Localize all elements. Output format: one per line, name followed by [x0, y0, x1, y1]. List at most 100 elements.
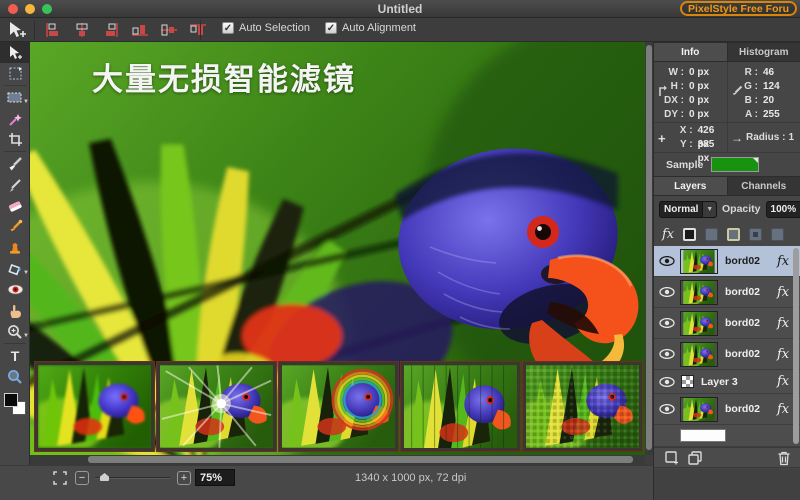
options-toolbar: ✓ Auto Selection ✓ Auto Alignment [0, 18, 800, 42]
filter-thumb-mosaic[interactable] [522, 361, 643, 452]
color-swatches[interactable] [0, 391, 30, 421]
layer-style-button[interactable] [771, 227, 785, 241]
align-center-h-icon[interactable] [73, 22, 91, 38]
align-top-icon[interactable] [189, 22, 207, 38]
hand-tool[interactable] [0, 300, 30, 321]
sample-section: Sample [654, 152, 800, 176]
layer-row[interactable]: bord02 fx [654, 339, 800, 370]
tab-layers[interactable]: Layers [654, 177, 728, 195]
trash-icon[interactable] [777, 450, 791, 466]
layer-style-button[interactable] [705, 227, 719, 241]
foreground-color-swatch[interactable] [4, 393, 18, 407]
layer-list-scrollbar[interactable] [793, 248, 799, 444]
layer-thumbnail[interactable] [680, 279, 718, 305]
tools-separator [3, 343, 26, 344]
layer-style-outline-button[interactable] [727, 227, 741, 241]
layer-name[interactable]: Layer 3 [694, 376, 777, 388]
visibility-eye-icon[interactable] [654, 318, 680, 328]
app-edition-badge[interactable]: PixelStyle Free Foru [680, 1, 797, 16]
zoom-out-button[interactable]: − [75, 471, 89, 485]
tools-separator [3, 151, 26, 152]
align-left-icon[interactable] [44, 22, 62, 38]
layer-name[interactable]: bord02 [718, 317, 777, 329]
move-cursor-icon[interactable] [6, 21, 30, 39]
layer-thumbnail[interactable] [680, 248, 718, 274]
layer-row[interactable]: bord02 fx [654, 308, 800, 339]
layer-thumbnail[interactable] [680, 310, 718, 336]
visibility-eye-icon[interactable] [654, 256, 680, 266]
right-panel: Info Histogram W :0 px H :0 px DX :0 px … [653, 42, 800, 500]
opacity-dropdown[interactable]: 100% ▼ [765, 200, 800, 218]
paint-bucket-tool[interactable]: ▼ [0, 258, 30, 279]
visibility-eye-icon[interactable] [654, 404, 680, 414]
duplicate-layer-button[interactable] [687, 450, 703, 465]
filter-thumb-motion-blur[interactable] [34, 361, 155, 452]
layer-row[interactable]: Layer 3 fx [654, 370, 800, 394]
document-info: 1340 x 1000 px, 72 dpi [355, 472, 467, 484]
layer-row[interactable] [654, 425, 800, 447]
layer-name[interactable]: bord02 [718, 403, 777, 415]
brush-tool[interactable] [0, 153, 30, 174]
transform-tool[interactable] [0, 63, 30, 84]
w-value: 0 px [689, 67, 710, 78]
sample-color-swatch[interactable] [711, 157, 760, 172]
auto-selection-checkbox[interactable]: ✓ Auto Selection [222, 22, 310, 34]
layer-thumbnail[interactable] [680, 396, 718, 422]
zoom-in-button[interactable]: + [177, 471, 191, 485]
pencil-tool[interactable] [0, 174, 30, 195]
align-middle-v-icon[interactable] [160, 22, 178, 38]
text-tool[interactable]: T [0, 345, 30, 366]
zoom-level-value[interactable]: 75% [195, 469, 235, 486]
layer-style-black-button[interactable] [683, 227, 697, 241]
scrollbar-thumb[interactable] [646, 45, 652, 450]
tab-info[interactable]: Info [654, 43, 728, 61]
align-right-icon[interactable] [102, 22, 120, 38]
zoom-in-tool[interactable]: ▼ [0, 321, 30, 342]
align-bottom-icon[interactable] [131, 22, 149, 38]
marquee-selection-tool[interactable]: ▼ [0, 87, 30, 108]
tab-histogram[interactable]: Histogram [728, 43, 800, 61]
canvas-horizontal-scrollbar[interactable] [30, 455, 645, 465]
eraser-tool[interactable] [0, 195, 30, 216]
red-eye-tool[interactable] [0, 279, 30, 300]
filter-preview-filmstrip [34, 361, 643, 452]
layer-thumbnail[interactable] [681, 375, 694, 388]
b-value: 20 [763, 95, 775, 106]
layer-row[interactable]: bord02 fx [654, 246, 800, 277]
crop-tool[interactable] [0, 129, 30, 150]
layer-row[interactable]: bord02 fx [654, 394, 800, 425]
layer-name[interactable]: bord02 [718, 286, 777, 298]
move-tool[interactable] [0, 42, 30, 63]
layer-style-inner-button[interactable] [749, 227, 763, 241]
layer-name[interactable]: bord02 [718, 348, 777, 360]
visibility-eye-icon[interactable] [654, 349, 680, 359]
layer-thumbnail[interactable] [680, 341, 718, 367]
zoom-slider[interactable] [95, 473, 170, 481]
document-canvas[interactable]: 大量无损智能滤镜 [30, 42, 645, 455]
layer-thumbnail[interactable] [680, 429, 726, 442]
visibility-eye-icon[interactable] [654, 376, 680, 387]
eyedropper-tool[interactable] [0, 216, 30, 237]
layer-name[interactable]: bord02 [718, 255, 777, 267]
visibility-eye-icon[interactable] [654, 287, 680, 297]
search-tool[interactable] [0, 366, 30, 387]
scrollbar-thumb[interactable] [88, 456, 633, 463]
panel-empty-area [654, 469, 800, 500]
filter-thumb-rainbow-halo[interactable] [278, 361, 399, 452]
filter-thumb-zoom-rays[interactable] [156, 361, 277, 452]
magic-wand-tool[interactable] [0, 108, 30, 129]
checkmark-icon: ✓ [325, 22, 337, 34]
filter-thumb-vertical-smear[interactable] [400, 361, 521, 452]
toolbar-separator [200, 20, 201, 40]
new-layer-button[interactable] [664, 450, 679, 465]
r-label: R : [744, 67, 758, 78]
tab-channels[interactable]: Channels [728, 177, 800, 195]
zoom-slider-knob[interactable] [100, 473, 109, 481]
auto-alignment-checkbox[interactable]: ✓ Auto Alignment [325, 22, 416, 34]
blend-mode-dropdown[interactable]: Normal ▼ [659, 200, 717, 218]
layers-tab-bar: Layers Channels [654, 176, 800, 196]
fit-screen-icon[interactable] [53, 471, 67, 485]
canvas-vertical-scrollbar[interactable] [645, 42, 653, 455]
layer-row[interactable]: bord02 fx [654, 277, 800, 308]
clone-stamp-tool[interactable] [0, 237, 30, 258]
